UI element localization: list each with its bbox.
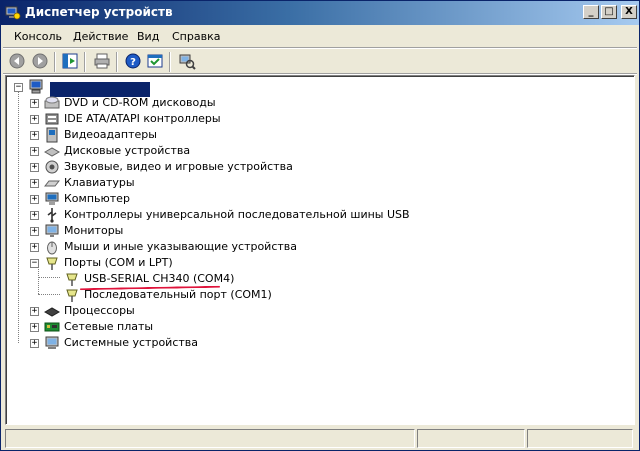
toolbar-separator — [169, 52, 171, 72]
status-cell — [527, 429, 633, 448]
tree-expander[interactable]: + — [30, 195, 39, 204]
toolbar: ? — [3, 50, 637, 74]
maximize-button[interactable]: □ — [601, 5, 617, 19]
tree-item-label: Компьютер — [64, 192, 130, 205]
tree-item-label: IDE ATA/ATAPI контроллеры — [64, 112, 221, 125]
show-hide-tree-icon[interactable] — [61, 52, 79, 70]
status-cell — [417, 429, 525, 448]
tree-item-label: Дисковые устройства — [64, 144, 191, 157]
tree-item-serial-port-com1[interactable]: Последовательный порт (COM1) — [6, 287, 566, 303]
tree-item-usb[interactable]: + Контроллеры универсальной последовател… — [6, 207, 566, 223]
properties-icon[interactable] — [146, 52, 164, 70]
device-tree[interactable]: − + DVD и CD-ROM дисководы + IDE ATA/ATA… — [5, 75, 635, 425]
menu-help[interactable]: Справка — [172, 30, 220, 43]
tree-expander[interactable]: + — [30, 99, 39, 108]
close-button[interactable]: X — [621, 5, 637, 19]
tree-expander[interactable]: + — [30, 211, 39, 220]
menu-separator — [3, 47, 637, 49]
title-bar[interactable]: Диспетчер устройств _ □ X — [1, 1, 639, 25]
tree-item-computer[interactable]: + Компьютер — [6, 191, 566, 207]
forward-icon[interactable] — [31, 52, 49, 70]
tree-item-keyboards[interactable]: + Клавиатуры — [6, 175, 566, 191]
tree-item-label: USB-SERIAL CH340 (COM4) — [84, 272, 235, 285]
tree-expander[interactable]: + — [30, 323, 39, 332]
system-device-icon — [45, 336, 59, 349]
usb-icon — [47, 208, 57, 223]
computer-category-icon — [45, 192, 59, 205]
tree-item-mice[interactable]: + Мыши и иные указывающие устройства — [6, 239, 566, 255]
keyboard-icon — [44, 180, 60, 187]
tree-expander[interactable]: + — [30, 163, 39, 172]
tree-item-label: Порты (COM и LPT) — [64, 256, 173, 269]
device-manager-window: Диспетчер устройств _ □ X Консоль Действ… — [0, 0, 640, 451]
port-icon — [46, 257, 58, 270]
status-bar — [5, 429, 635, 449]
tree-expander[interactable]: + — [30, 147, 39, 156]
disk-drive-icon — [44, 147, 60, 157]
tree-item-dvd[interactable]: + DVD и CD-ROM дисководы — [6, 95, 566, 111]
tree-item-monitors[interactable]: + Мониторы — [6, 223, 566, 239]
window-title: Диспетчер устройств — [25, 5, 173, 19]
tree-item-display-adapters[interactable]: + Видеоадаптеры — [6, 127, 566, 143]
tree-expander[interactable]: + — [30, 131, 39, 140]
processor-icon — [44, 307, 60, 317]
computer-icon — [29, 79, 43, 94]
tree-item-label: Видеоадаптеры — [64, 128, 157, 141]
toolbar-separator — [116, 52, 118, 72]
tree-expander[interactable]: + — [30, 115, 39, 124]
port-device-icon — [66, 289, 78, 302]
tree-item-ports[interactable]: − Порты (COM и LPT) — [6, 255, 566, 271]
menu-bar: Консоль Действие Вид Справка — [3, 26, 637, 48]
tree-expander[interactable]: + — [30, 227, 39, 236]
menu-console[interactable]: Консоль — [14, 30, 62, 43]
tree-item-label: Системные устройства — [64, 336, 198, 349]
tree-item-label: Клавиатуры — [64, 176, 135, 189]
back-icon[interactable] — [8, 52, 26, 70]
display-adapter-icon — [46, 127, 58, 143]
tree-item-ide[interactable]: + IDE ATA/ATAPI контроллеры — [6, 111, 566, 127]
status-cell-main — [5, 429, 415, 448]
tree-expander[interactable]: − — [30, 259, 39, 268]
tree-item-label: Процессоры — [64, 304, 135, 317]
ide-controller-icon — [45, 113, 59, 125]
tree-item-label: Звуковые, видео и игровые устройства — [64, 160, 293, 173]
tree-item-label: Мыши и иные указывающие устройства — [64, 240, 298, 253]
tree-item-network[interactable]: + Сетевые платы — [6, 319, 566, 335]
sound-device-icon — [45, 160, 59, 174]
tree-expander[interactable]: + — [30, 339, 39, 348]
print-icon[interactable] — [93, 52, 111, 70]
network-adapter-icon — [44, 322, 60, 332]
tree-item-disk-drives[interactable]: + Дисковые устройства — [6, 143, 566, 159]
tree-root[interactable]: − — [6, 79, 306, 97]
device-manager-icon — [5, 6, 21, 20]
tree-item-sound[interactable]: + Звуковые, видео и игровые устройства — [6, 159, 566, 175]
dvd-drive-icon — [44, 96, 60, 109]
tree-item-processors[interactable]: + Процессоры — [6, 303, 566, 319]
toolbar-separator — [54, 52, 56, 72]
menu-action[interactable]: Действие — [73, 30, 128, 43]
tree-item-usb-serial-ch340[interactable]: USB-SERIAL CH340 (COM4) — [6, 271, 566, 291]
tree-item-label: DVD и CD-ROM дисководы — [64, 96, 216, 109]
tree-expander[interactable]: + — [30, 179, 39, 188]
port-device-icon — [66, 273, 78, 286]
toolbar-separator — [84, 52, 86, 72]
tree-item-label: Контроллеры универсальной последовательн… — [64, 208, 410, 221]
svg-text:?: ? — [130, 57, 136, 68]
tree-expander[interactable]: − — [14, 83, 23, 92]
scan-hardware-icon[interactable] — [178, 52, 196, 70]
mouse-icon — [47, 241, 57, 255]
monitor-icon — [45, 224, 59, 237]
tree-item-label: Последовательный порт (COM1) — [84, 288, 272, 301]
help-icon[interactable]: ? — [124, 52, 142, 70]
tree-item-system-devices[interactable]: + Системные устройства — [6, 335, 566, 351]
menu-view[interactable]: Вид — [137, 30, 159, 43]
tree-item-label: Сетевые платы — [64, 320, 154, 333]
tree-expander[interactable]: + — [30, 243, 39, 252]
tree-item-label: Мониторы — [64, 224, 124, 237]
tree-expander[interactable]: + — [30, 307, 39, 316]
minimize-button[interactable]: _ — [583, 5, 599, 19]
